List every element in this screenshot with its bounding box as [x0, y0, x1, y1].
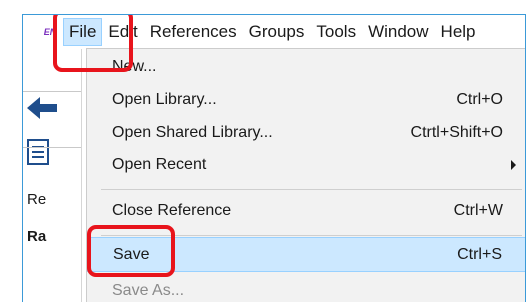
- menu-item-label: Save As...: [112, 282, 185, 299]
- menu-separator: [101, 189, 522, 190]
- menu-item-save-as[interactable]: Save As...: [87, 275, 525, 302]
- file-menu-dropdown: New... Open Library... Ctrl+O Open Share…: [86, 48, 525, 302]
- menu-separator: [101, 235, 522, 236]
- panel-label-ra: Ra: [27, 228, 47, 245]
- menu-item-shortcut: Ctrl+O: [456, 91, 503, 108]
- menu-item-open-library[interactable]: Open Library... Ctrl+O: [87, 84, 525, 116]
- menu-item-label: Open Recent: [112, 156, 207, 173]
- menu-item-save[interactable]: Save Ctrl+S: [87, 237, 525, 272]
- menu-tools[interactable]: Tools: [310, 19, 362, 45]
- menu-item-label: Close Reference: [112, 202, 232, 219]
- menu-item-shortcut: Ctrtl+Shift+O: [410, 124, 503, 141]
- menu-bar: EN File Edit References Groups Tools Win…: [23, 15, 525, 49]
- menu-item-label: Open Library...: [112, 91, 217, 108]
- reference-list-icon[interactable]: [27, 139, 49, 165]
- menu-references[interactable]: References: [144, 19, 243, 45]
- menu-help[interactable]: Help: [435, 19, 482, 45]
- panel-divider: [23, 91, 81, 92]
- menu-item-label: Save: [113, 245, 150, 263]
- menu-item-open-recent[interactable]: Open Recent: [87, 149, 525, 181]
- left-panel: Re Ra Au: [23, 49, 82, 302]
- submenu-arrow-icon: [511, 160, 516, 170]
- menu-edit[interactable]: Edit: [102, 19, 143, 45]
- back-arrow-icon[interactable]: [27, 97, 57, 119]
- menu-item-label: New...: [112, 58, 157, 75]
- panel-label-re: Re: [27, 191, 47, 208]
- menu-item-close-reference[interactable]: Close Reference Ctrl+W: [87, 195, 525, 227]
- panel-divider: [23, 147, 81, 148]
- application-window: EN File Edit References Groups Tools Win…: [22, 14, 526, 302]
- menu-item-shortcut: Ctrl+W: [453, 202, 503, 219]
- menu-window[interactable]: Window: [362, 19, 434, 45]
- menu-item-label: Open Shared Library...: [112, 124, 273, 141]
- menu-groups[interactable]: Groups: [243, 19, 311, 45]
- menu-item-shortcut: Ctrl+S: [457, 245, 502, 263]
- menu-file[interactable]: File: [63, 18, 103, 46]
- menu-item-new[interactable]: New...: [87, 51, 525, 83]
- menu-item-open-shared-library[interactable]: Open Shared Library... Ctrtl+Shift+O: [87, 117, 525, 149]
- endnote-logo-icon: EN: [43, 27, 57, 37]
